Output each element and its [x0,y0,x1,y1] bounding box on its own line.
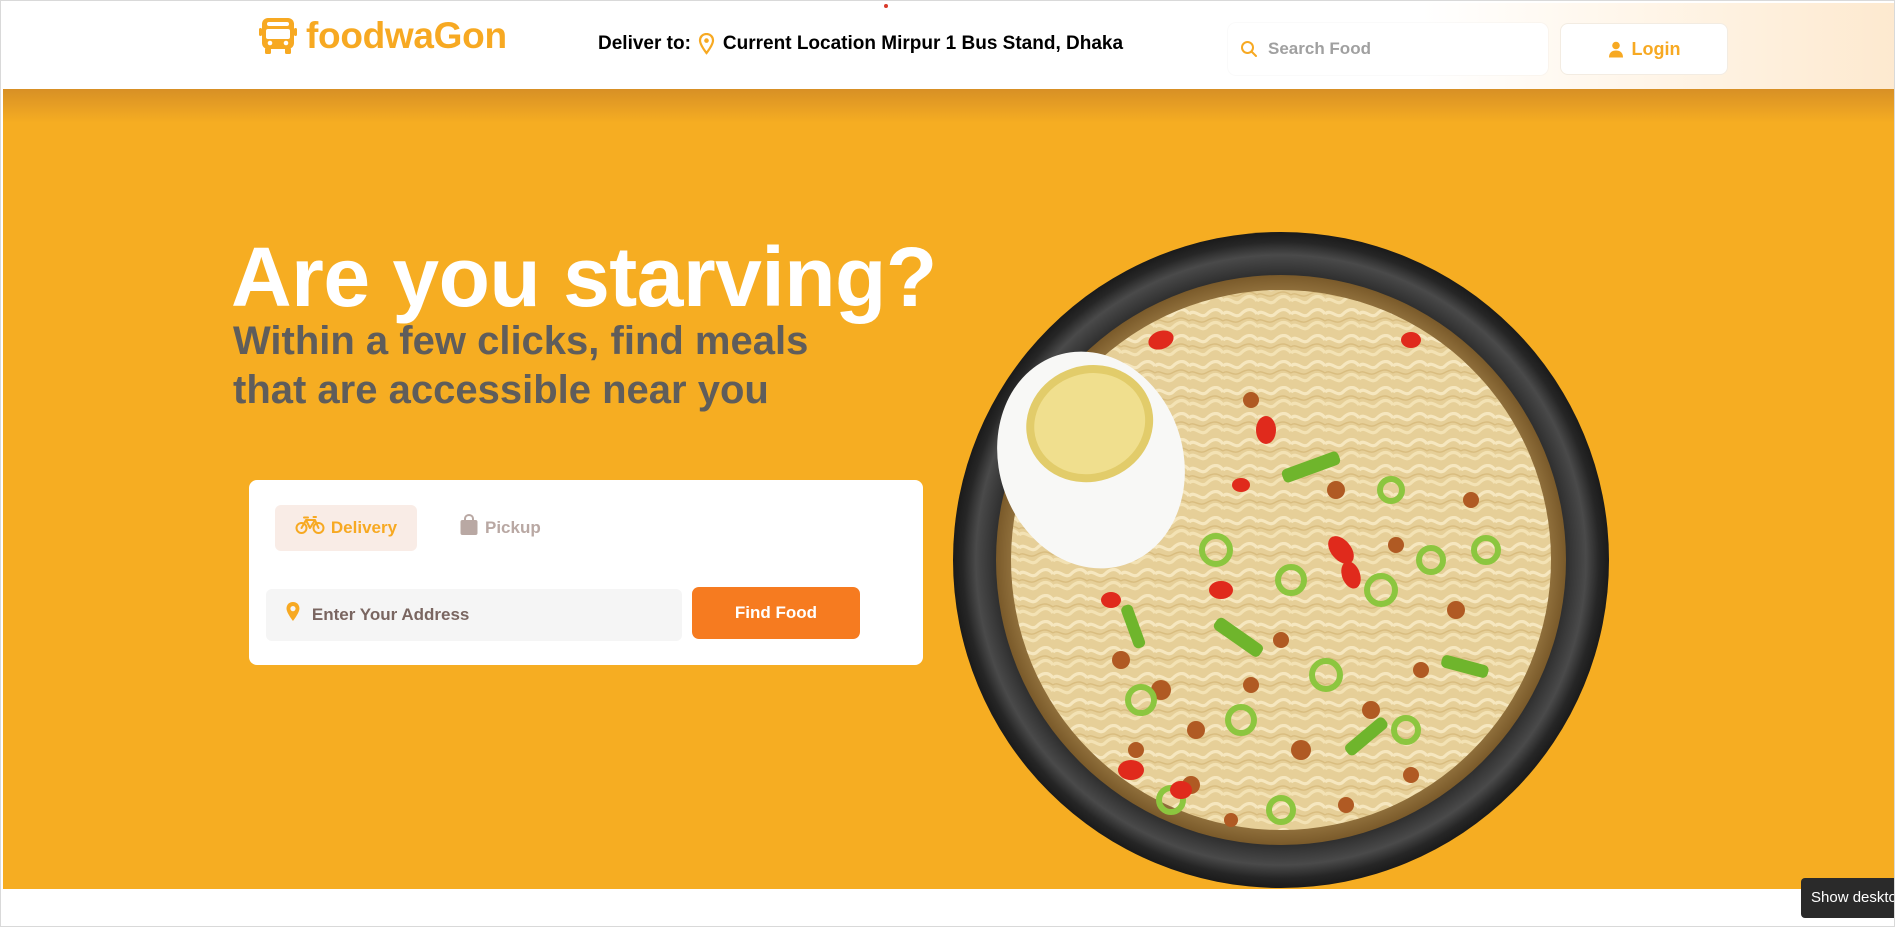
show-desktop-tooltip: Show deskto [1801,878,1894,918]
hero-subtitle-line-2: that are accessible near you [233,368,769,412]
tab-pickup[interactable]: Pickup [453,505,547,551]
tab-delivery[interactable]: Delivery [275,505,417,551]
indicator-dot [884,4,888,8]
shopping-bag-icon [460,514,478,535]
location-pin-icon [286,602,300,621]
hero-subtitle-line-1: Within a few clicks, find meals [233,319,809,363]
hero-title: Are you starving? [231,230,937,324]
hero-section: Are you starving? Within a few clicks, f… [3,89,1894,889]
brand-name: foodwaGon [306,15,507,56]
hero-top-shadow [3,89,1894,123]
ramen-bowl-image [951,230,1611,889]
login-button[interactable]: Login [1560,23,1728,75]
brand-logo[interactable]: foodwaGon [258,15,507,57]
navbar: foodwaGon Deliver to: Current Location M… [3,3,1894,89]
page: foodwaGon Deliver to: Current Location M… [0,0,1895,927]
tab-delivery-label: Delivery [330,518,398,537]
address-input[interactable] [309,604,682,626]
tab-pickup-label: Pickup [485,518,541,537]
address-field[interactable] [266,589,682,641]
current-location-text: Current Location Mirpur 1 Bus Stand, Dha… [722,33,1124,54]
hero-subtitle: Within a few clicks, find meals that are… [233,317,808,415]
login-label: Login [1631,38,1681,59]
search-box[interactable] [1228,23,1548,75]
location-pin-icon [698,33,715,55]
user-icon [1608,41,1623,57]
bus-icon [259,18,297,54]
find-food-button[interactable]: Find Food [692,587,860,639]
search-input[interactable] [1266,38,1540,60]
order-card: Delivery Pickup Find Food [249,480,923,665]
search-icon [1241,41,1257,57]
deliver-to-label: Deliver to: [598,33,691,54]
delivery-location[interactable]: Deliver to: Current Location Mirpur 1 Bu… [598,33,1123,55]
ramen-bowl-illustration [953,232,1609,888]
bicycle-icon [295,516,325,534]
